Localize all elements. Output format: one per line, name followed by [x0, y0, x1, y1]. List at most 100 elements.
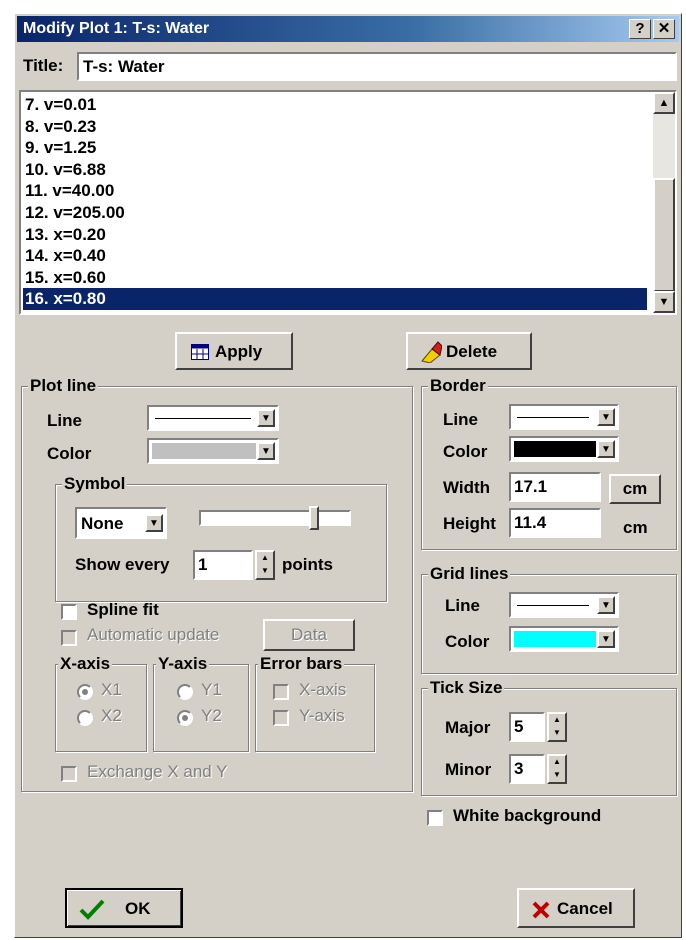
y1-radio[interactable]: [177, 684, 193, 700]
modify-plot-dialog: Modify Plot 1: T-s: Water ? ✕ Title: T-s…: [14, 13, 682, 938]
chevron-down-icon[interactable]: ▼: [597, 596, 615, 614]
plot-line-style-select[interactable]: ▼: [147, 405, 279, 431]
symbol-value: None: [81, 514, 124, 533]
major-spinner[interactable]: ▲ ▼: [547, 712, 567, 742]
cancel-button[interactable]: Cancel: [517, 888, 635, 928]
y-axis-legend: Y-axis: [156, 654, 210, 674]
line-style-preview: [155, 418, 251, 419]
chevron-down-icon[interactable]: ▼: [257, 442, 275, 460]
major-input[interactable]: 5: [509, 712, 545, 742]
slider-thumb[interactable]: [309, 506, 319, 530]
show-every-label: Show every: [75, 555, 170, 574]
symbol-group: Symbol: [55, 474, 387, 602]
list-scrollbar[interactable]: ▲ ▼: [653, 92, 675, 313]
close-button[interactable]: ✕: [653, 19, 675, 39]
list-item[interactable]: 15. x=0.60: [23, 267, 647, 289]
chevron-down-icon[interactable]: ▼: [597, 408, 615, 426]
symbol-size-slider[interactable]: [199, 506, 351, 530]
list-item[interactable]: 7. v=0.01: [23, 94, 647, 116]
table-icon: [191, 344, 209, 360]
list-item[interactable]: 13. x=0.20: [23, 224, 647, 246]
minor-spinner[interactable]: ▲ ▼: [547, 754, 567, 784]
plot-line-label: Line: [47, 411, 82, 430]
x1-label: X1: [101, 680, 122, 699]
list-item[interactable]: 11. v=40.00: [23, 180, 647, 202]
checkmark-icon: [79, 899, 105, 920]
y2-radio[interactable]: [177, 710, 193, 726]
window-title: Modify Plot 1: T-s: Water: [23, 20, 210, 37]
x1-radio[interactable]: [77, 684, 93, 700]
width-input[interactable]: 17.1: [509, 472, 601, 502]
apply-label: Apply: [215, 342, 263, 361]
spin-up-icon[interactable]: ▲: [257, 552, 273, 565]
x-axis-legend: X-axis: [58, 654, 113, 674]
apply-button[interactable]: Apply: [175, 332, 293, 370]
cancel-label: Cancel: [557, 899, 613, 918]
show-every-input[interactable]: 1: [193, 550, 253, 580]
points-label: points: [282, 555, 333, 574]
spline-fit-checkbox[interactable]: [61, 604, 77, 620]
title-label: Title:: [23, 56, 64, 75]
spin-down-icon[interactable]: ▼: [257, 565, 273, 578]
scroll-up-icon[interactable]: ▲: [653, 92, 675, 114]
border-color-label: Color: [443, 442, 488, 461]
tick-size-legend: Tick Size: [428, 678, 505, 698]
height-unit-label: cm: [623, 518, 648, 537]
spin-down-icon[interactable]: ▼: [549, 727, 565, 740]
border-line-label: Line: [443, 410, 478, 429]
list-item[interactable]: 10. v=6.88: [23, 159, 647, 181]
chevron-down-icon[interactable]: ▼: [597, 630, 615, 648]
data-button[interactable]: Data: [263, 619, 355, 651]
delete-label: Delete: [446, 342, 498, 361]
y1-label: Y1: [201, 680, 222, 699]
height-input[interactable]: 11.4: [509, 508, 601, 538]
chevron-down-icon[interactable]: ▼: [597, 440, 615, 458]
error-x-checkbox[interactable]: [273, 684, 289, 700]
spin-up-icon[interactable]: ▲: [549, 714, 565, 727]
grid-line-label: Line: [445, 596, 480, 615]
grid-line-select[interactable]: ▼: [509, 592, 619, 618]
plot-line-legend: Plot line: [28, 376, 99, 396]
error-bars-legend: Error bars: [258, 654, 345, 674]
plot-list-items: 7. v=0.01 8. v=0.23 9. v=1.25 10. v=6.88 11.…: [23, 94, 647, 310]
grid-color-swatch: [514, 631, 596, 647]
ok-button[interactable]: OK: [65, 888, 183, 928]
spline-fit-label: Spline fit: [87, 600, 159, 619]
list-item[interactable]: 9. v=1.25: [23, 137, 647, 159]
y2-label: Y2: [201, 706, 222, 725]
scroll-thumb[interactable]: [653, 178, 675, 292]
minor-input[interactable]: 3: [509, 754, 545, 784]
help-button[interactable]: ?: [629, 19, 651, 39]
white-background-label: White background: [453, 806, 602, 825]
grid-color-select[interactable]: ▼: [509, 626, 619, 652]
plot-list[interactable]: 7. v=0.01 8. v=0.23 9. v=1.25 10. v=6.88 11.…: [19, 90, 677, 315]
width-unit-button[interactable]: cm: [609, 474, 661, 504]
spin-up-icon[interactable]: ▲: [549, 756, 565, 769]
symbol-select[interactable]: None ▼: [75, 507, 167, 539]
delete-button[interactable]: Delete: [406, 332, 532, 370]
exchange-xy-checkbox[interactable]: [61, 766, 77, 782]
line-style-preview: [517, 417, 589, 418]
automatic-update-label: Automatic update: [87, 625, 220, 644]
list-item[interactable]: 14. x=0.40: [23, 245, 647, 267]
chevron-down-icon[interactable]: ▼: [257, 409, 275, 427]
x2-radio[interactable]: [77, 710, 93, 726]
list-item[interactable]: 16. x=0.80: [23, 288, 647, 310]
chevron-down-icon[interactable]: ▼: [145, 514, 163, 532]
error-y-label: Y-axis: [299, 706, 345, 725]
symbol-legend: Symbol: [62, 474, 128, 494]
scroll-down-icon[interactable]: ▼: [653, 291, 675, 313]
show-every-spinner[interactable]: ▲ ▼: [255, 550, 275, 580]
title-input[interactable]: T-s: Water: [77, 52, 677, 81]
spin-down-icon[interactable]: ▼: [549, 769, 565, 782]
plot-color-select[interactable]: ▼: [147, 438, 279, 464]
width-label: Width: [443, 478, 491, 497]
white-background-checkbox[interactable]: [427, 810, 443, 826]
line-style-preview: [517, 605, 589, 606]
list-item[interactable]: 12. v=205.00: [23, 202, 647, 224]
error-y-checkbox[interactable]: [273, 710, 289, 726]
automatic-update-checkbox[interactable]: [61, 630, 77, 646]
border-color-select[interactable]: ▼: [509, 436, 619, 462]
border-line-select[interactable]: ▼: [509, 404, 619, 430]
list-item[interactable]: 8. v=0.23: [23, 116, 647, 138]
